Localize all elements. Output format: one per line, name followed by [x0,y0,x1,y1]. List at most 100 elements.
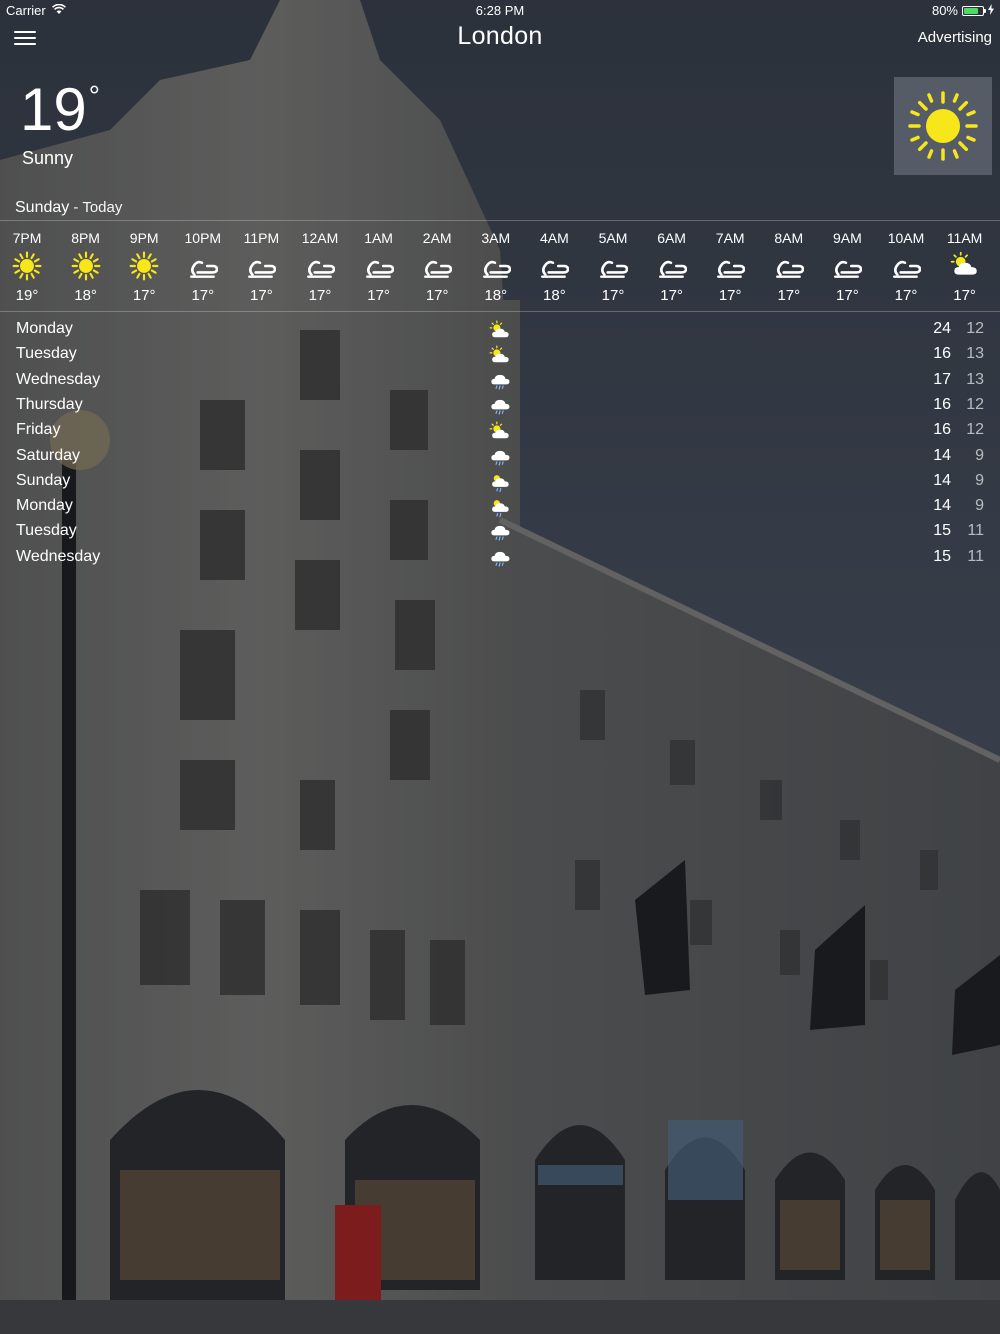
hourly-item: 8PM 18° [57,228,115,306]
daily-high-temp: 24 [933,320,951,337]
divider-top [0,220,1000,221]
degree-symbol: ° [88,80,100,111]
wind-icon [291,248,349,284]
daily-low-temp: 9 [975,446,984,464]
daily-low-temp: 12 [966,395,984,413]
wind-icon [818,248,876,284]
daily-day-name: Monday [16,320,73,337]
hourly-item: 6AM 17° [643,228,701,306]
daily-low-temp: 9 [975,497,984,515]
sun-icon [115,248,173,284]
hourly-item: 1AM 17° [350,228,408,306]
daily-low-temp: 12 [966,421,984,439]
daily-high-temp: 15 [933,547,951,565]
daily-row: Friday 16 12 [0,419,1000,444]
advertising-link[interactable]: Advertising [918,29,992,46]
hourly-time: 8AM [774,230,804,246]
hourly-time: 9AM [832,230,862,246]
hourly-time: 10AM [887,230,925,246]
wind-icon [584,248,642,284]
hourly-item: 3AM 18° [467,228,525,306]
current-temperature: 19° [20,80,100,140]
wind-icon [701,248,759,284]
rain-cloud-icon [489,447,511,467]
daily-high-temp: 15 [933,522,951,540]
hourly-temperature: 17° [894,287,918,304]
day-header-day: Sunday [15,199,70,216]
daily-high-temp: 17 [933,370,951,388]
daily-low-temp: 13 [966,370,984,388]
hourly-item: 12AM 17° [291,228,349,306]
partly-cloudy-rain-icon [489,497,511,518]
charging-bolt-icon [988,3,994,18]
daily-day-name: Wednesday [16,370,101,388]
partly-cloudy-icon [936,248,994,284]
daily-day-name: Saturday [16,446,81,464]
daily-day-name: Friday [16,421,61,439]
daily-row: Saturday 14 9 [0,445,1000,470]
hourly-temperature: 17° [308,287,332,304]
daily-day-name: Tuesday [16,345,77,363]
daily-low-temp: 11 [967,547,984,565]
current-temperature-value: 19 [20,76,87,143]
hourly-item: 9AM 17° [818,228,876,306]
hourly-time: 7PM [12,230,42,246]
status-right: 80% [932,3,994,18]
city-title: London [457,22,543,50]
current-condition: Sunny [22,148,74,168]
hourly-item: 2AM 17° [408,228,466,306]
wind-icon [877,248,935,284]
daily-low-temp: 12 [966,320,984,337]
daily-day-name: Thursday [16,395,83,413]
battery-percent: 80% [931,3,958,18]
wind-icon [467,248,525,284]
hourly-temperature: 17° [191,287,215,304]
hourly-time: 4AM [539,230,569,246]
wind-icon [408,248,466,284]
hourly-item: 8AM 17° [760,228,818,306]
hourly-item: 10PM 17° [174,228,232,306]
hourly-item: 11PM 17° [232,228,290,306]
hourly-temperature: 18° [484,287,508,304]
hourly-time: 3AM [481,230,511,246]
hourly-temperature: 17° [777,287,801,304]
hourly-time: 8PM [71,230,100,246]
hourly-item: 10AM 17° [877,228,935,306]
hourly-time: 5AM [598,230,628,246]
hourly-item: 11AM 17° [936,228,994,306]
divider-bottom [0,311,1000,312]
day-header: Sunday - Today [15,199,122,217]
hourly-forecast[interactable]: 7PM 19° 8PM 18° 9PM 17° 10PM 17° 11PM 17… [0,228,1000,308]
hourly-time: 10PM [184,230,222,246]
hourly-temperature: 17° [425,287,449,304]
hourly-time: 6AM [657,230,686,246]
wind-icon [643,248,701,284]
daily-row: Thursday 16 12 [0,394,1000,419]
hourly-time: 1AM [364,230,393,246]
hourly-item: 4AM 18° [525,228,583,306]
wind-icon [350,248,408,284]
daily-high-temp: 16 [933,395,951,413]
daily-day-name: Wednesday [16,547,101,565]
hourly-time: 11AM [946,230,983,246]
day-header-separator: - [69,199,83,216]
hourly-temperature: 18° [543,287,566,304]
daily-row: Tuesday 16 13 [0,343,1000,368]
hourly-temperature: 17° [132,287,156,304]
daily-low-temp: 9 [975,471,984,489]
daily-row: Monday 24 12 [0,318,1000,343]
daily-low-temp: 11 [967,522,984,540]
rain-cloud-icon [489,371,511,391]
hourly-temperature: 17° [718,287,742,304]
hourly-temperature: 17° [601,287,625,304]
hourly-time: 9PM [129,230,159,246]
hourly-time: 11PM [243,230,280,246]
daily-high-temp: 14 [933,471,951,489]
rain-cloud-icon [489,396,511,416]
battery-icon [962,5,986,16]
hourly-item: 7AM 17° [701,228,759,306]
daily-high-temp: 16 [933,421,951,439]
hourly-time: 2AM [422,230,452,246]
hourly-item: 9PM 17° [115,228,173,306]
partly-cloudy-icon [489,345,511,365]
